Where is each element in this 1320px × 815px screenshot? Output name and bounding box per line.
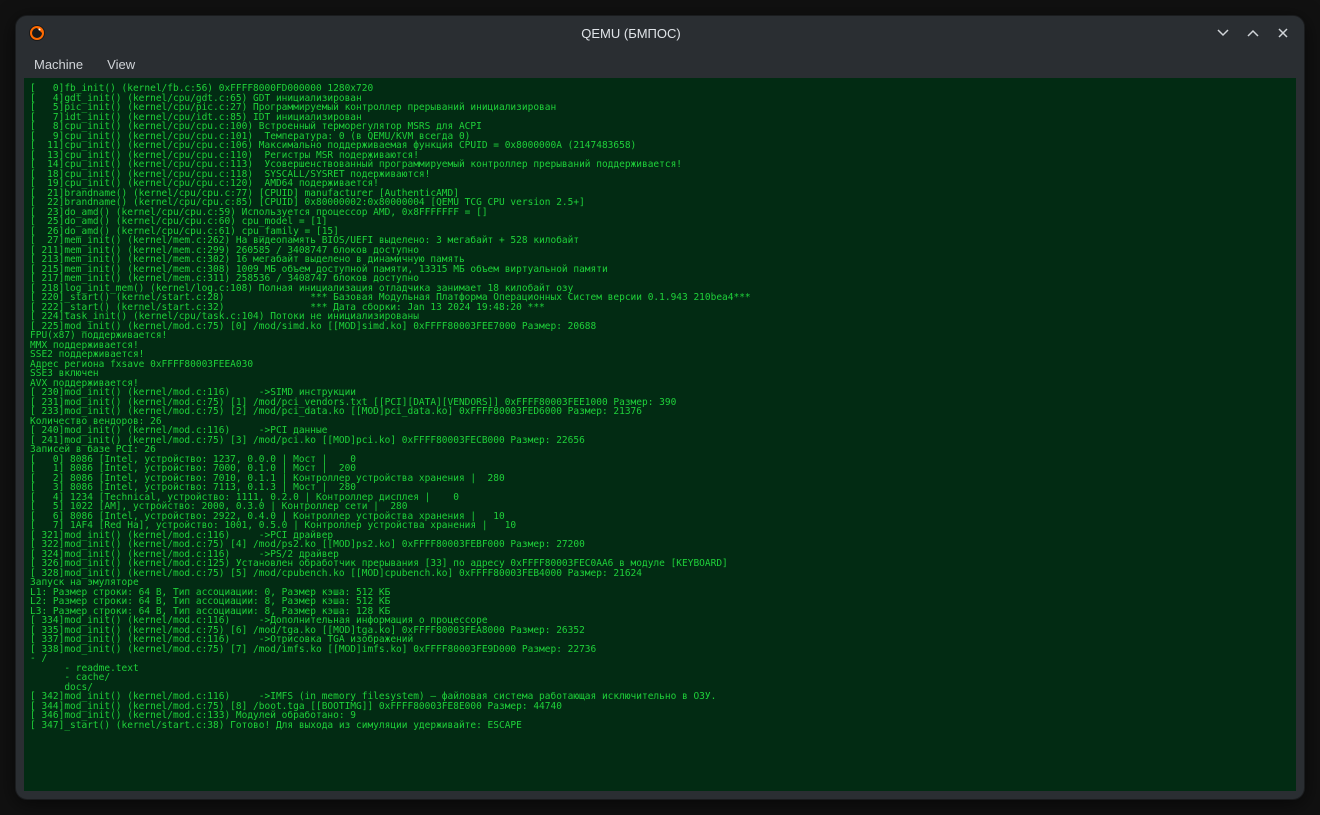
qemu-window: QEMU (БМПОС) Machine View [ 0]fb_init() … — [15, 15, 1305, 800]
terminal-output: [ 0]fb_init() (kernel/fb.c:56) 0xFFFF800… — [24, 78, 1296, 791]
app-icon — [26, 22, 48, 44]
window-controls — [1214, 24, 1296, 42]
terminal-line: - cache/ — [30, 673, 1290, 683]
minimize-button[interactable] — [1214, 24, 1232, 42]
terminal-line: [ 338]mod_init() (kernel/mod.c:75) [7] /… — [30, 645, 1290, 655]
terminal-line: SSE3 включен — [30, 369, 1290, 379]
window-title: QEMU (БМПОС) — [48, 26, 1214, 41]
terminal-line: - / — [30, 654, 1290, 664]
terminal-line: - readme.text — [30, 664, 1290, 674]
terminal-line: [ 328]mod_init() (kernel/mod.c:75) [5] /… — [30, 569, 1290, 579]
terminal-line: Адрес региона fxsave 0xFFFF80003FEEA030 — [30, 360, 1290, 370]
terminal-line: MMX поддерживается! — [30, 341, 1290, 351]
terminal-line: [ 233]mod_init() (kernel/mod.c:75) [2] /… — [30, 407, 1290, 417]
maximize-button[interactable] — [1244, 24, 1262, 42]
terminal-line: FPU(x87) поддерживается! — [30, 331, 1290, 341]
menu-view[interactable]: View — [97, 54, 145, 75]
titlebar[interactable]: QEMU (БМПОС) — [16, 16, 1304, 50]
terminal-line: [ 347]_start() (kernel/start.c:38) Готов… — [30, 721, 1290, 731]
terminal-line: [ 225]mod_init() (kernel/mod.c:75) [0] /… — [30, 322, 1290, 332]
menubar: Machine View — [16, 50, 1304, 78]
close-button[interactable] — [1274, 24, 1292, 42]
terminal-line: [ 241]mod_init() (kernel/mod.c:75) [3] /… — [30, 436, 1290, 446]
menu-machine[interactable]: Machine — [24, 54, 93, 75]
